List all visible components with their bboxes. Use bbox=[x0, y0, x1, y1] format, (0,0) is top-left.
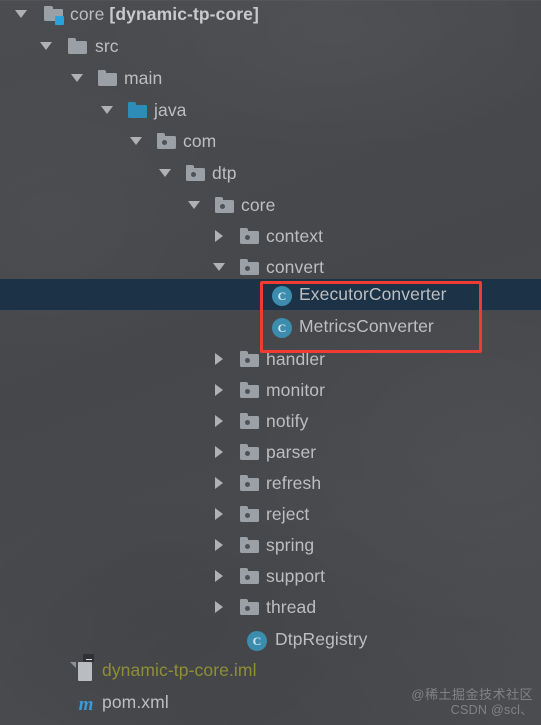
tree-row-context[interactable]: context bbox=[0, 221, 541, 252]
chevron-down-icon[interactable] bbox=[158, 166, 172, 180]
chevron-right-icon[interactable] bbox=[212, 229, 226, 243]
tree-row-label: core bbox=[241, 195, 276, 215]
chevron-right-icon[interactable] bbox=[212, 414, 226, 428]
watermark-line-1: @稀土掘金技术社区 bbox=[411, 686, 533, 702]
tree-row-text: notify bbox=[266, 411, 309, 431]
maven-icon: m bbox=[78, 693, 94, 715]
tree-row-label: convert bbox=[266, 257, 325, 277]
tree-row-text: parser bbox=[266, 442, 317, 462]
tree-row-text: handler bbox=[266, 349, 326, 369]
tree-row-text: dynamic-tp-core.iml bbox=[102, 660, 257, 680]
tree-row-text: pom.xml bbox=[102, 692, 169, 712]
tree-row-label: java bbox=[154, 100, 187, 120]
tree-row-label: dtp bbox=[212, 163, 237, 183]
tree-row-label: com bbox=[183, 131, 217, 151]
tree-row-dtpregistry[interactable]: C DtpRegistry bbox=[0, 624, 541, 655]
tree-row-text: dtp bbox=[212, 163, 237, 183]
tree-row-label: main bbox=[124, 68, 163, 88]
tree-row-thread[interactable]: thread bbox=[0, 592, 541, 623]
tree-row-label: pom.xml bbox=[102, 692, 169, 712]
tree-row-main[interactable]: main bbox=[0, 63, 541, 94]
tree-row-label: MetricsConverter bbox=[299, 316, 434, 336]
tree-row-text: MetricsConverter bbox=[299, 316, 434, 336]
chevron-right-icon[interactable] bbox=[212, 600, 226, 614]
tree-row-text: thread bbox=[266, 597, 317, 617]
tree-row-metricsconverter[interactable]: C MetricsConverter bbox=[0, 311, 541, 342]
tree-row-support[interactable]: support bbox=[0, 561, 541, 592]
tree-row-handler[interactable]: handler bbox=[0, 344, 541, 375]
tree-row-text: core bbox=[70, 4, 110, 24]
chevron-down-icon[interactable] bbox=[39, 39, 53, 53]
tree-row-label: refresh bbox=[266, 473, 322, 493]
chevron-down-icon[interactable] bbox=[187, 198, 201, 212]
tree-row-text: reject bbox=[266, 504, 310, 524]
class-icon: C bbox=[247, 631, 267, 651]
chevron-right-icon[interactable] bbox=[212, 383, 226, 397]
project-tree[interactable]: core [dynamic-tp-core] src main java com dtp c… bbox=[0, 0, 541, 725]
tree-row-label: context bbox=[266, 226, 324, 246]
watermark: @稀土掘金技术社区 CSDN @scl、 bbox=[411, 686, 533, 717]
tree-row-text: support bbox=[266, 566, 326, 586]
tree-row-text: refresh bbox=[266, 473, 322, 493]
tree-row-text: main bbox=[124, 68, 163, 88]
tree-row-label: src bbox=[95, 36, 119, 56]
tree-row-label: reject bbox=[266, 504, 310, 524]
tree-row-reject[interactable]: reject bbox=[0, 499, 541, 530]
tree-row-text: core bbox=[241, 195, 276, 215]
tree-row-text: monitor bbox=[266, 380, 326, 400]
tree-row-label: ExecutorConverter bbox=[299, 284, 447, 304]
chevron-down-icon[interactable] bbox=[212, 260, 226, 274]
tree-row-label: notify bbox=[266, 411, 309, 431]
tree-row-monitor[interactable]: monitor bbox=[0, 375, 541, 406]
module-name: [dynamic-tp-core] bbox=[109, 4, 259, 24]
tree-row-text: context bbox=[266, 226, 324, 246]
tree-row-spring[interactable]: spring bbox=[0, 530, 541, 561]
tree-row-label: support bbox=[266, 566, 326, 586]
class-icon: C bbox=[272, 286, 292, 306]
tree-row-label: monitor bbox=[266, 380, 326, 400]
tree-row-dynamic-tp-core-iml[interactable]: dynamic-tp-core.iml bbox=[0, 654, 541, 686]
chevron-right-icon[interactable] bbox=[212, 507, 226, 521]
tree-row-text: convert bbox=[266, 257, 325, 277]
tree-row-refresh[interactable]: refresh bbox=[0, 468, 541, 499]
tree-row-label: parser bbox=[266, 442, 317, 462]
tree-row-label: dynamic-tp-core.iml bbox=[102, 660, 257, 680]
tree-row-dtp[interactable]: dtp bbox=[0, 158, 541, 189]
class-icon: C bbox=[272, 318, 292, 338]
chevron-down-icon[interactable] bbox=[129, 134, 143, 148]
watermark-line-2: CSDN @scl、 bbox=[450, 702, 533, 717]
tree-row-text: ExecutorConverter bbox=[299, 284, 447, 304]
tree-row-label: DtpRegistry bbox=[275, 629, 368, 649]
chevron-right-icon[interactable] bbox=[212, 445, 226, 459]
tree-row-label: spring bbox=[266, 535, 315, 555]
chevron-down-icon[interactable] bbox=[100, 103, 114, 117]
tree-row-label: core [dynamic-tp-core] bbox=[70, 4, 259, 24]
chevron-right-icon[interactable] bbox=[212, 476, 226, 490]
tree-row-text: DtpRegistry bbox=[275, 629, 368, 649]
tree-row-core[interactable]: core bbox=[0, 190, 541, 221]
chevron-down-icon[interactable] bbox=[70, 71, 84, 85]
tree-row-text: src bbox=[95, 36, 119, 56]
tree-row-executorconverter[interactable]: C ExecutorConverter bbox=[0, 279, 541, 310]
chevron-right-icon[interactable] bbox=[212, 538, 226, 552]
tree-row-com[interactable]: com bbox=[0, 126, 541, 157]
tree-row-core[interactable]: core [dynamic-tp-core] bbox=[0, 0, 541, 30]
tree-row-label: thread bbox=[266, 597, 317, 617]
chevron-down-icon[interactable] bbox=[14, 7, 28, 21]
chevron-right-icon[interactable] bbox=[212, 569, 226, 583]
tree-row-text: com bbox=[183, 131, 217, 151]
tree-row-notify[interactable]: notify bbox=[0, 406, 541, 437]
tree-row-java[interactable]: java bbox=[0, 95, 541, 126]
tree-row-label: handler bbox=[266, 349, 326, 369]
tree-row-src[interactable]: src bbox=[0, 31, 541, 62]
tree-row-text: spring bbox=[266, 535, 315, 555]
tree-row-text: java bbox=[154, 100, 187, 120]
chevron-right-icon[interactable] bbox=[212, 352, 226, 366]
tree-row-parser[interactable]: parser bbox=[0, 437, 541, 468]
